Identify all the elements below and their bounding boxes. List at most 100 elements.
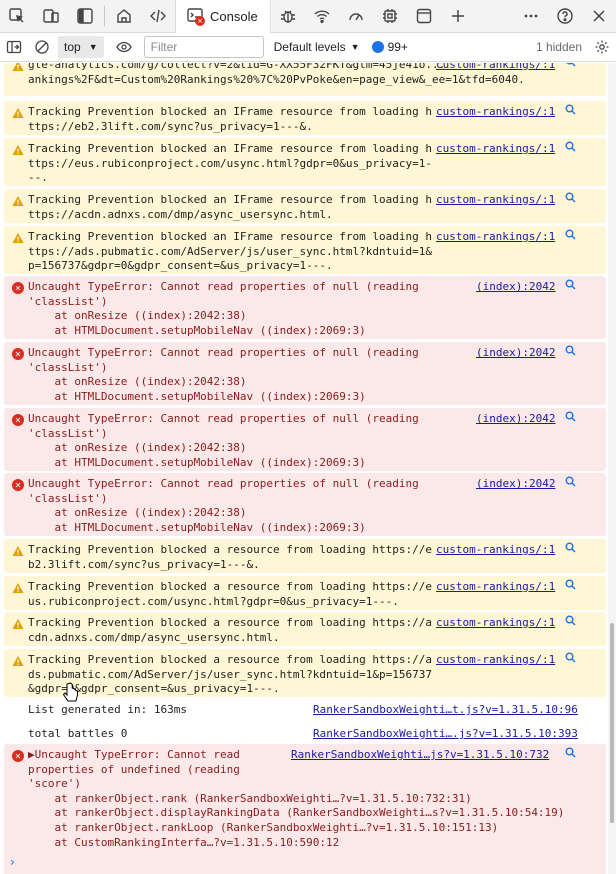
search-magnifier-icon[interactable] <box>565 192 576 203</box>
devtools-tab-bar: × Console <box>0 0 616 33</box>
search-magnifier-icon[interactable] <box>565 141 576 152</box>
console-scrollbar[interactable] <box>608 63 616 874</box>
message-text: Tracking Prevention blocked a resource f… <box>28 580 432 608</box>
message-text: total battles 0 <box>28 727 128 740</box>
hidden-messages-count: 1 hidden <box>535 40 582 54</box>
error-badge: × <box>195 15 205 26</box>
message-text: Tracking Prevention blocked a resource f… <box>28 653 432 696</box>
message-text: Uncaught TypeError: Cannot read properti… <box>28 412 419 469</box>
console-toolbar: top ▼ Default levels ▼ 99+ 1 hidden <box>0 33 616 62</box>
source-link[interactable]: custom-rankings/:1 <box>436 653 555 668</box>
search-magnifier-icon[interactable] <box>565 63 576 67</box>
source-link[interactable]: (index):2042 <box>476 280 555 295</box>
memory-chip-icon[interactable] <box>373 0 407 33</box>
elements-tab-icon[interactable] <box>141 0 175 33</box>
error-icon: ✕ <box>12 348 24 360</box>
source-link[interactable]: (index):2042 <box>476 346 555 361</box>
source-link[interactable]: RankerSandboxWeighti….js?v=1.31.5.10:393 <box>313 727 578 742</box>
filter-input[interactable] <box>143 36 264 58</box>
console-warning-message: gle-analytics.com/g/collect?v=2&tid=G-XX… <box>4 63 606 96</box>
message-text: Tracking Prevention blocked an IFrame re… <box>28 105 432 133</box>
source-link[interactable]: custom-rankings/:1 <box>436 616 555 631</box>
console-error-message: ✕ Uncaught TypeError: Cannot read propert… <box>4 473 606 536</box>
message-text: Tracking Prevention blocked an IFrame re… <box>28 230 432 273</box>
performance-gauge-icon[interactable] <box>339 0 373 33</box>
close-devtools-icon[interactable] <box>582 0 616 33</box>
error-icon: ✕ <box>12 479 24 491</box>
log-levels-dropdown[interactable]: Default levels ▼ <box>274 40 360 54</box>
source-link[interactable]: (index):2042 <box>476 412 555 427</box>
search-magnifier-icon[interactable] <box>565 542 576 553</box>
scrollbar-thumb[interactable] <box>610 623 614 823</box>
warning-icon <box>12 545 24 557</box>
source-link[interactable]: custom-rankings/:1 <box>436 543 555 558</box>
context-selector[interactable]: top ▼ <box>58 36 104 58</box>
error-icon: ✕ <box>12 750 24 762</box>
source-link[interactable]: custom-rankings/:1 <box>436 230 555 245</box>
warning-icon <box>12 63 24 72</box>
search-magnifier-icon[interactable] <box>565 411 576 422</box>
console-error-message: ✕ ▶Uncaught TypeError: Cannot read proper… <box>4 744 606 874</box>
search-magnifier-icon[interactable] <box>565 229 576 240</box>
source-link[interactable]: RankerSandboxWeighti…js?v=1.31.5.10:732 <box>291 748 549 763</box>
message-text: ▶Uncaught TypeError: Cannot read propert… <box>28 748 565 849</box>
clear-console-icon[interactable] <box>28 33 56 62</box>
warning-icon <box>12 618 24 630</box>
console-log-message: List generated in: 163ms RankerSandboxWei… <box>4 699 606 721</box>
console-warning-message: Tracking Prevention blocked a resource f… <box>4 576 606 610</box>
message-text: Uncaught TypeError: Cannot read properti… <box>28 280 419 337</box>
chevron-down-icon: ▼ <box>350 42 360 52</box>
more-options-icon[interactable] <box>514 0 548 33</box>
source-link[interactable]: custom-rankings/:1 <box>436 193 555 208</box>
message-text: Tracking Prevention blocked an IFrame re… <box>28 142 432 185</box>
error-icon: ✕ <box>12 282 24 294</box>
issues-icon <box>371 41 384 53</box>
source-link[interactable]: custom-rankings/:1 <box>436 580 555 595</box>
toggle-drawer-icon[interactable] <box>68 0 102 33</box>
device-emulation-icon[interactable] <box>34 0 68 33</box>
console-warning-message: Tracking Prevention blocked an IFrame re… <box>4 226 606 274</box>
console-warning-message: Tracking Prevention blocked an IFrame re… <box>4 101 606 135</box>
search-magnifier-icon[interactable] <box>565 579 576 590</box>
issues-counter[interactable]: 99+ <box>371 40 408 54</box>
console-prompt[interactable]: › <box>10 855 15 869</box>
console-warning-message: Tracking Prevention blocked an IFrame re… <box>4 138 606 186</box>
console-error-message: ✕ Uncaught TypeError: Cannot read propert… <box>4 276 606 339</box>
search-magnifier-icon[interactable] <box>565 345 576 356</box>
application-panel-icon[interactable] <box>407 0 441 33</box>
source-link[interactable]: custom-rankings/:1 <box>436 105 555 120</box>
sources-bug-icon[interactable] <box>271 0 305 33</box>
source-link[interactable]: RankerSandboxWeighti…t.js?v=1.31.5.10:96 <box>313 703 578 718</box>
message-text: Tracking Prevention blocked a resource f… <box>28 616 432 644</box>
search-magnifier-icon[interactable] <box>565 652 576 663</box>
console-settings-gear-icon[interactable] <box>588 33 616 62</box>
welcome-home-icon[interactable] <box>107 0 141 33</box>
message-text: Tracking Prevention blocked a resource f… <box>28 543 432 571</box>
mouse-cursor-icon <box>62 682 78 702</box>
message-text: Uncaught TypeError: Cannot read properti… <box>28 477 419 534</box>
source-link[interactable]: custom-rankings/:1 <box>436 63 555 73</box>
warning-icon <box>12 582 24 594</box>
divider <box>104 6 105 26</box>
error-icon: ✕ <box>12 414 24 426</box>
sidebar-toggle-icon[interactable] <box>0 33 28 62</box>
warning-icon <box>12 144 24 156</box>
console-warning-message: Tracking Prevention blocked a resource f… <box>4 612 606 646</box>
help-icon[interactable] <box>548 0 582 33</box>
source-link[interactable]: (index):2042 <box>476 477 555 492</box>
console-log-message: total battles 0 RankerSandboxWeighti….js?… <box>4 723 606 745</box>
warning-icon <box>12 107 24 119</box>
search-magnifier-icon[interactable] <box>565 279 576 290</box>
live-expression-eye-icon[interactable] <box>110 33 138 62</box>
source-link[interactable]: custom-rankings/:1 <box>436 142 555 157</box>
network-wifi-icon[interactable] <box>305 0 339 33</box>
search-magnifier-icon[interactable] <box>565 476 576 487</box>
log-levels-label: Default levels <box>273 40 346 54</box>
search-magnifier-icon[interactable] <box>565 104 576 115</box>
inspect-element-icon[interactable] <box>0 0 34 33</box>
console-messages: gle-analytics.com/g/collect?v=2&tid=G-XX… <box>0 63 608 874</box>
tab-console[interactable]: × Console <box>175 0 271 33</box>
search-magnifier-icon[interactable] <box>565 615 576 626</box>
search-magnifier-icon[interactable] <box>565 747 576 758</box>
more-tools-plus-icon[interactable] <box>441 0 475 33</box>
